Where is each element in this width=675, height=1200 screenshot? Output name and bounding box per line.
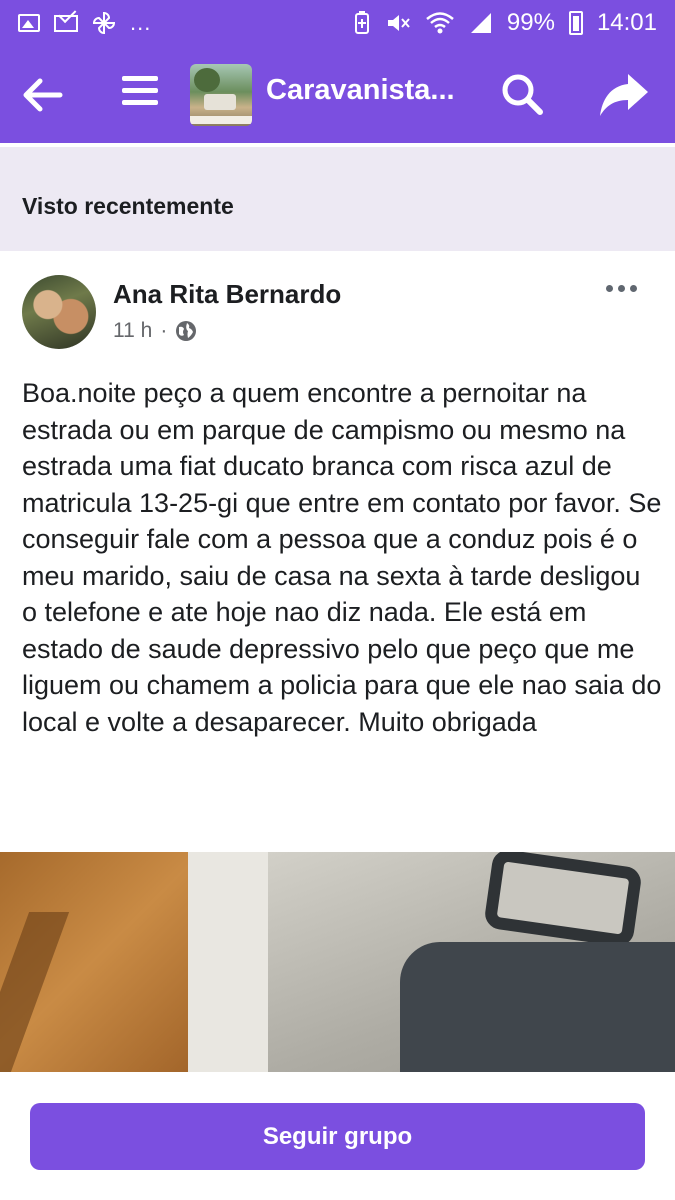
- post-meta: 11 h ·: [113, 319, 197, 343]
- author-name[interactable]: Ana Rita Bernardo: [113, 279, 341, 310]
- menu-icon[interactable]: [122, 76, 158, 112]
- follow-group-button[interactable]: Seguir grupo: [30, 1103, 645, 1170]
- search-icon[interactable]: [498, 70, 546, 118]
- status-right: 99% 14:01: [353, 9, 657, 37]
- meta-separator: ·: [160, 319, 168, 342]
- signal-icon: [470, 13, 491, 33]
- author-avatar[interactable]: [22, 275, 96, 349]
- pinwheel-notification-icon: [92, 11, 116, 35]
- globe-icon: [176, 321, 197, 341]
- group-title[interactable]: Caravanista...: [266, 74, 466, 107]
- recently-viewed-label: Visto recentemente: [22, 193, 234, 219]
- share-icon[interactable]: [598, 68, 650, 120]
- post-time[interactable]: 11 h: [113, 319, 152, 343]
- more-options-icon[interactable]: [606, 281, 642, 295]
- mute-icon: [387, 15, 410, 31]
- gallery-notification-icon: [18, 14, 40, 32]
- more-notifications: ...: [130, 10, 152, 35]
- clock: 14:01: [596, 9, 657, 36]
- mail-notification-icon: [54, 14, 78, 32]
- group-cover-thumbnail[interactable]: [190, 64, 252, 126]
- photo-dark-object: [400, 942, 675, 1072]
- battery-icon: [568, 11, 583, 35]
- recently-viewed-section: Visto recentemente: [0, 143, 675, 251]
- back-arrow-icon[interactable]: [20, 72, 66, 118]
- wifi-icon: [426, 12, 454, 34]
- photo-door-frame: [188, 852, 268, 1072]
- post-photo[interactable]: [0, 852, 675, 1072]
- post-body: Boa.noite peço a quem encontre a pernoit…: [22, 378, 662, 737]
- battery-saver-icon: [354, 11, 369, 34]
- bottom-bar: Seguir grupo: [0, 1072, 675, 1200]
- app-bar: Caravanista...: [0, 46, 675, 143]
- status-bar: ... 99% 14:01: [0, 0, 675, 46]
- status-left: ...: [18, 10, 151, 36]
- battery-percent: 99%: [506, 9, 555, 36]
